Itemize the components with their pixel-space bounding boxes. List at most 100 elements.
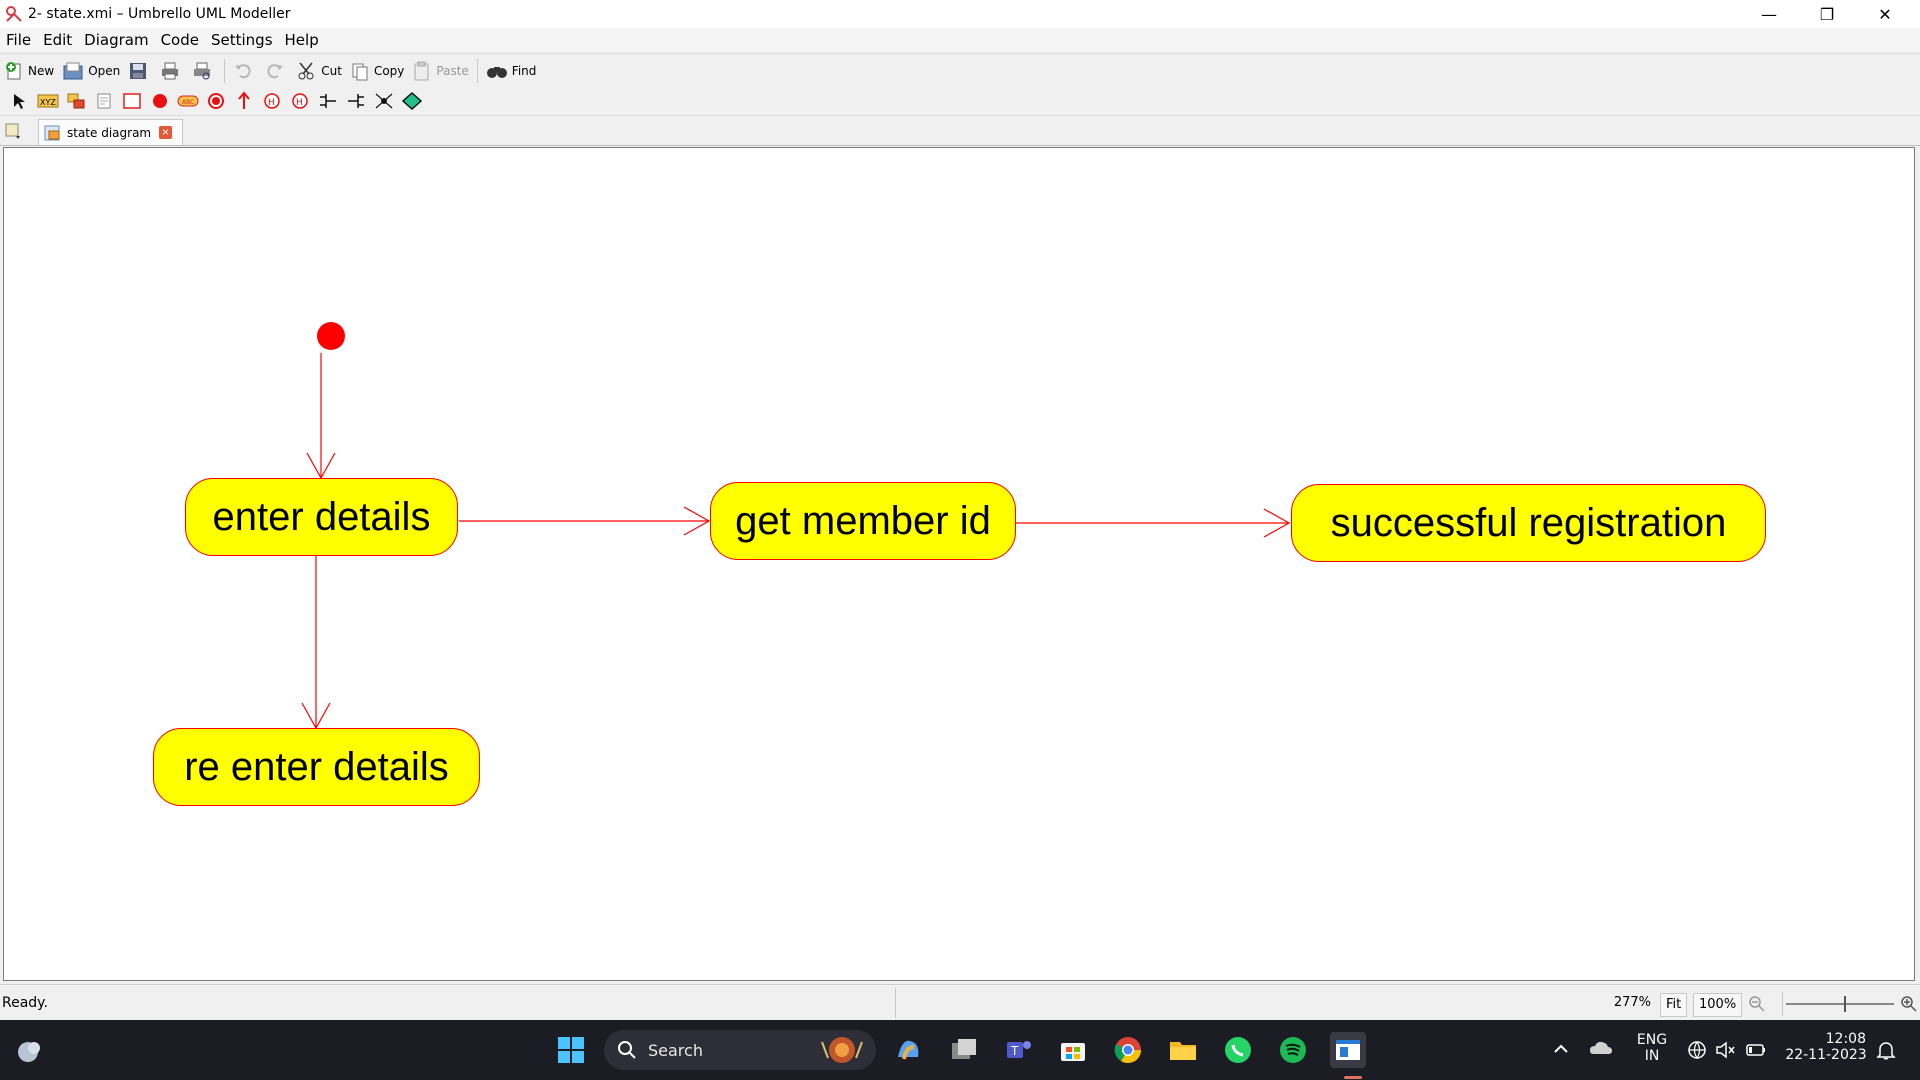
- find-button[interactable]: Find: [482, 57, 541, 85]
- teams-icon[interactable]: T: [1000, 1032, 1036, 1068]
- shallow-history-icon: H: [292, 93, 308, 109]
- zoom-in-icon[interactable]: [1900, 995, 1918, 1017]
- join-icon: [320, 94, 336, 108]
- zoom-100-button[interactable]: 100%: [1693, 993, 1743, 1017]
- restore-button[interactable]: ❐: [1804, 0, 1850, 28]
- choice-diamond-icon: [402, 92, 422, 110]
- state-re-enter-details[interactable]: re enter details: [153, 728, 480, 806]
- transition-get-member-id-to-successful-registration[interactable]: [1016, 508, 1291, 538]
- copy-button[interactable]: Copy: [346, 57, 408, 85]
- new-button[interactable]: New: [0, 57, 58, 85]
- initial-state[interactable]: [317, 322, 345, 350]
- box-icon: [123, 93, 141, 109]
- choice-tool[interactable]: [398, 88, 426, 114]
- deep-history-tool[interactable]: H: [258, 88, 286, 114]
- window-title: 2- state.xmi – Umbrello UML Modeller: [28, 6, 291, 22]
- volume-muted-icon[interactable]: [1714, 1039, 1736, 1065]
- text-line-tool[interactable]: XYZ: [34, 88, 62, 114]
- active-app-indicator: [1344, 1076, 1362, 1079]
- paste-icon: [414, 61, 429, 80]
- state-label: successful registration: [1330, 500, 1727, 545]
- battery-icon[interactable]: [1745, 1041, 1767, 1063]
- menu-code[interactable]: Code: [155, 28, 205, 52]
- print-button[interactable]: [156, 57, 188, 85]
- end-state-tool[interactable]: [202, 88, 230, 114]
- state-tool[interactable]: ABC: [174, 88, 202, 114]
- print-preview-icon: [194, 62, 211, 79]
- menu-edit[interactable]: Edit: [37, 28, 78, 52]
- redo-button[interactable]: [261, 57, 293, 85]
- close-button[interactable]: ✕: [1862, 0, 1908, 28]
- print-preview-button[interactable]: [188, 57, 220, 85]
- save-button[interactable]: [124, 57, 156, 85]
- windows-logo-icon: [558, 1037, 584, 1063]
- diagram-drawing: [301, 322, 1291, 730]
- diagram-tab-bar: state diagram ×: [0, 117, 1920, 146]
- taskbar-search[interactable]: Search: [604, 1030, 876, 1070]
- tray-chevron-up-icon[interactable]: [1552, 1040, 1570, 1062]
- anchor-tool[interactable]: [90, 88, 118, 114]
- open-button[interactable]: Open: [58, 57, 124, 85]
- store-icon[interactable]: [1055, 1032, 1091, 1068]
- start-button[interactable]: [553, 1032, 589, 1068]
- redo-icon: [267, 63, 284, 78]
- cut-button[interactable]: Cut: [293, 57, 346, 85]
- notification-bell-icon[interactable]: [1875, 1039, 1897, 1065]
- network-globe-icon[interactable]: [1686, 1039, 1708, 1065]
- state-get-member-id[interactable]: get member id: [710, 482, 1016, 560]
- text-xyz-icon: XYZ: [37, 94, 59, 108]
- umbrello-taskbar-icon[interactable]: [1330, 1032, 1366, 1068]
- title-bar: 2- state.xmi – Umbrello UML Modeller — ❐…: [0, 0, 1920, 28]
- zoom-slider-track[interactable]: [1786, 1003, 1894, 1005]
- spotify-icon[interactable]: [1275, 1032, 1311, 1068]
- zoom-slider-handle[interactable]: [1844, 996, 1846, 1012]
- menu-help[interactable]: Help: [279, 28, 325, 52]
- whatsapp-icon[interactable]: [1220, 1032, 1256, 1068]
- zoom-out-icon[interactable]: [1748, 995, 1766, 1017]
- transition-enter-details-to-re-enter-details[interactable]: [301, 556, 331, 730]
- note-tool[interactable]: [62, 88, 90, 114]
- fork-tool[interactable]: [342, 88, 370, 114]
- clock[interactable]: 12:08 22-11-2023: [1782, 1031, 1870, 1063]
- menu-settings[interactable]: Settings: [205, 28, 279, 52]
- undo-button[interactable]: [229, 57, 261, 85]
- zoom-divider: [1782, 992, 1783, 1016]
- state-label: get member id: [735, 498, 991, 543]
- fit-button[interactable]: Fit: [1660, 993, 1688, 1017]
- weather-widget-icon[interactable]: [10, 1032, 46, 1068]
- menu-diagram[interactable]: Diagram: [78, 28, 154, 52]
- status-bar: Ready. 277% Fit 100%: [0, 984, 1920, 1021]
- file-explorer-icon[interactable]: [1165, 1032, 1201, 1068]
- main-toolbar: New Open Cut Copy Paste Find: [0, 53, 1920, 88]
- state-enter-details[interactable]: enter details: [185, 478, 458, 556]
- box-tool[interactable]: [118, 88, 146, 114]
- initial-state-tool[interactable]: [146, 88, 174, 114]
- tab-state-diagram[interactable]: state diagram ×: [38, 119, 184, 145]
- state-transition-tool[interactable]: [230, 88, 258, 114]
- menu-file[interactable]: File: [0, 28, 37, 52]
- find-label: Find: [511, 63, 537, 78]
- shallow-history-tool[interactable]: H: [286, 88, 314, 114]
- transition-enter-details-to-get-member-id[interactable]: [459, 506, 711, 536]
- state-diagram-icon: [44, 125, 60, 140]
- select-tool[interactable]: [6, 88, 34, 114]
- clock-date: 22-11-2023: [1785, 1047, 1867, 1063]
- copilot-icon[interactable]: [891, 1032, 927, 1068]
- language-indicator[interactable]: ENG IN: [1632, 1032, 1672, 1064]
- diagram-canvas[interactable]: enter details get member id successful r…: [3, 147, 1915, 981]
- tab-label: state diagram: [67, 125, 152, 140]
- paste-button[interactable]: Paste: [408, 57, 472, 85]
- save-icon: [130, 62, 147, 79]
- join-tool[interactable]: [314, 88, 342, 114]
- chrome-icon[interactable]: [1110, 1032, 1146, 1068]
- tab-close-icon[interactable]: ×: [159, 126, 173, 139]
- transition-initial-to-enter-details[interactable]: [306, 353, 336, 480]
- state-successful-registration[interactable]: successful registration: [1291, 484, 1766, 562]
- cut-label: Cut: [321, 63, 342, 78]
- new-diagram-tab-icon[interactable]: [4, 122, 24, 144]
- task-view-icon[interactable]: [946, 1032, 982, 1068]
- onedrive-cloud-icon[interactable]: [1588, 1038, 1614, 1064]
- fork-icon: [348, 94, 364, 108]
- minimize-button[interactable]: —: [1746, 0, 1792, 28]
- junction-tool[interactable]: [370, 88, 398, 114]
